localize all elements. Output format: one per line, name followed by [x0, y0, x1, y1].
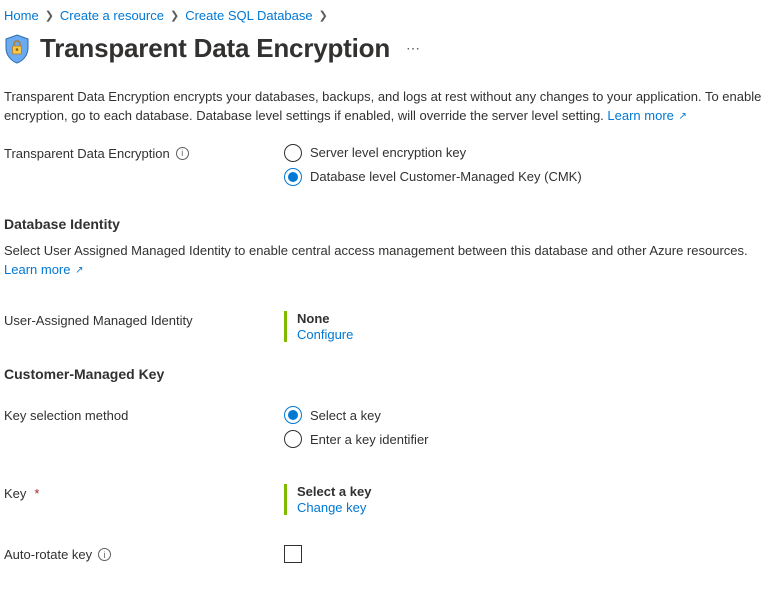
radio-label: Database level Customer-Managed Key (CMK… [310, 169, 582, 184]
ksm-option-select-key[interactable]: Select a key [284, 406, 775, 424]
page-description: Transparent Data Encryption encrypts you… [4, 88, 775, 126]
autorotate-label: Auto-rotate key [4, 547, 92, 562]
external-link-icon: ↗ [75, 265, 83, 276]
ksm-option-enter-identifier[interactable]: Enter a key identifier [284, 430, 775, 448]
external-link-icon: ↗ [679, 111, 687, 122]
autorotate-row: Auto-rotate key i [4, 545, 775, 566]
breadcrumb-create-resource[interactable]: Create a resource [60, 8, 164, 23]
uami-value: None [297, 311, 775, 326]
title-row: Transparent Data Encryption ⋯ [4, 33, 775, 64]
chevron-right-icon: ❯ [45, 9, 54, 22]
breadcrumb: Home ❯ Create a resource ❯ Create SQL Da… [4, 8, 775, 23]
uami-row: User-Assigned Managed Identity None Conf… [4, 311, 775, 342]
uami-value-block: None Configure [284, 311, 775, 342]
required-asterisk: * [34, 486, 39, 501]
uami-configure-link[interactable]: Configure [297, 327, 775, 342]
key-value-block: Select a key Change key [284, 484, 775, 515]
section-heading-cmk: Customer-Managed Key [4, 366, 775, 382]
learn-more-label: Learn more [4, 262, 70, 277]
radio-icon [284, 430, 302, 448]
key-label: Key [4, 486, 26, 501]
tde-option-server-level[interactable]: Server level encryption key [284, 144, 775, 162]
description-text: Select User Assigned Managed Identity to… [4, 243, 748, 258]
tde-label: Transparent Data Encryption [4, 146, 170, 161]
chevron-right-icon: ❯ [319, 9, 328, 22]
learn-more-label: Learn more [607, 108, 673, 123]
key-row: Key * Select a key Change key [4, 484, 775, 515]
radio-icon [284, 168, 302, 186]
info-icon[interactable]: i [176, 147, 189, 160]
info-icon[interactable]: i [98, 548, 111, 561]
tde-option-database-level-cmk[interactable]: Database level Customer-Managed Key (CMK… [284, 168, 775, 186]
radio-icon [284, 144, 302, 162]
radio-icon [284, 406, 302, 424]
key-value: Select a key [297, 484, 775, 499]
key-selection-method-row: Key selection method Select a key Enter … [4, 406, 775, 454]
section-heading-database-identity: Database Identity [4, 216, 775, 232]
breadcrumb-home[interactable]: Home [4, 8, 39, 23]
uami-label: User-Assigned Managed Identity [4, 313, 193, 328]
ksm-label: Key selection method [4, 408, 128, 423]
autorotate-checkbox[interactable] [284, 545, 302, 563]
learn-more-link[interactable]: Learn more ↗ [607, 108, 687, 123]
database-identity-description: Select User Assigned Managed Identity to… [4, 242, 775, 280]
radio-label: Select a key [310, 408, 381, 423]
radio-label: Enter a key identifier [310, 432, 429, 447]
more-actions-button[interactable]: ⋯ [406, 40, 420, 57]
breadcrumb-create-sql-database[interactable]: Create SQL Database [185, 8, 312, 23]
chevron-right-icon: ❯ [170, 9, 179, 22]
shield-lock-icon [4, 34, 30, 64]
page-title: Transparent Data Encryption [40, 33, 390, 64]
learn-more-link[interactable]: Learn more ↗ [4, 262, 84, 277]
radio-label: Server level encryption key [310, 145, 466, 160]
tde-row: Transparent Data Encryption i Server lev… [4, 144, 775, 192]
change-key-link[interactable]: Change key [297, 500, 775, 515]
